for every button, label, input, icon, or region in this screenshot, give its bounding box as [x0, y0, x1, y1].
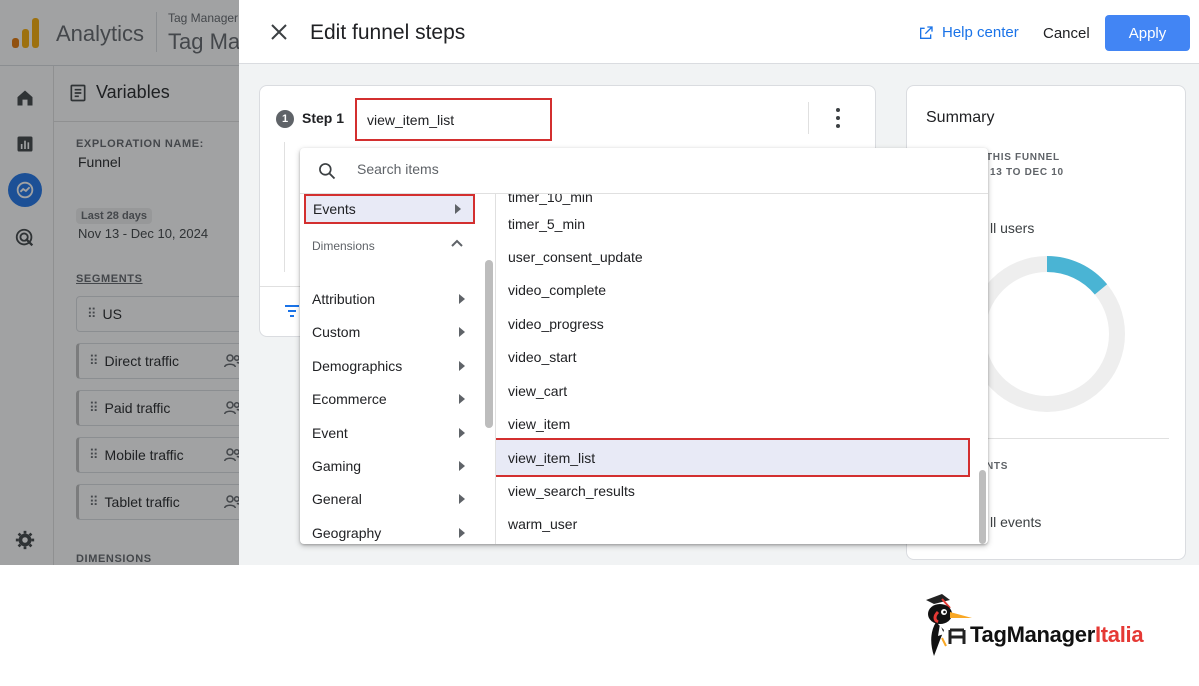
category-label: Geography [312, 525, 382, 541]
category-event[interactable]: Event [300, 417, 480, 449]
brand-text-accent: Italia [1094, 622, 1144, 647]
search-row [300, 148, 988, 194]
step-connector-line [284, 142, 285, 272]
event-item[interactable]: video_complete [508, 275, 968, 305]
event-item[interactable]: warm_user [508, 509, 968, 539]
summary-events-caption: NTS [986, 461, 1009, 472]
open-in-new-icon [920, 25, 933, 39]
category-label: General [312, 491, 362, 507]
event-item[interactable]: user_consent_update [508, 242, 968, 272]
summary-funnel-caption: THIS FUNNEL [986, 152, 1060, 163]
category-demographics[interactable]: Demographics [300, 350, 480, 382]
help-center-link[interactable]: Help center [918, 24, 1019, 41]
summary-title: Summary [926, 109, 995, 126]
category-label: Events [313, 201, 356, 217]
close-icon[interactable] [267, 20, 291, 44]
category-general[interactable]: General [300, 483, 480, 515]
arrow-right-icon [459, 428, 465, 438]
drawer-header: Edit funnel steps Help center Cancel App… [239, 0, 1199, 64]
arrow-right-icon [459, 361, 465, 371]
category-label: Ecommerce [312, 391, 387, 407]
summary-date-caption: 13 TO DEC 10 [990, 167, 1064, 178]
scrollbar-thumb[interactable] [979, 470, 986, 544]
step-label: Step 1 [302, 110, 345, 126]
category-label: Gaming [312, 458, 362, 474]
divider [808, 102, 809, 134]
event-item[interactable]: timer_5_min [508, 209, 968, 239]
event-list: timer_10_min timer_5_min user_consent_up… [496, 194, 988, 544]
filter-icon[interactable] [284, 304, 300, 318]
category-label: Event [312, 425, 348, 441]
woodpecker-mascot-icon [926, 594, 972, 656]
apply-button[interactable]: Apply [1105, 15, 1190, 51]
category-geography[interactable]: Geography [300, 517, 480, 544]
category-label: Custom [312, 324, 361, 340]
category-events[interactable]: Events [304, 194, 475, 224]
event-item[interactable]: video_start [508, 342, 968, 372]
event-item[interactable]: view_cart [508, 376, 968, 406]
arrow-right-icon [459, 294, 465, 304]
arrow-right-icon [455, 204, 461, 214]
search-icon [319, 163, 336, 180]
step-condition-value: view_item_list [367, 111, 455, 128]
category-label: Demographics [312, 358, 403, 374]
step-condition-field[interactable]: view_item_list [355, 98, 552, 141]
arrow-right-icon [459, 494, 465, 504]
brand-wordmark: TagManagerItalia [970, 622, 1144, 648]
event-item[interactable]: video_progress [508, 309, 968, 339]
step-number-badge: 1 [276, 110, 294, 128]
arrow-right-icon [459, 394, 465, 404]
category-label: Attribution [312, 291, 376, 307]
arrow-right-icon [459, 327, 465, 337]
scrollbar-thumb[interactable] [485, 260, 493, 428]
event-item[interactable]: view_item [508, 409, 968, 439]
cancel-button[interactable]: Cancel [1035, 16, 1098, 50]
help-center-label: Help center [942, 24, 1019, 41]
drawer-title: Edit funnel steps [310, 21, 466, 44]
summary-users-text: ll users [990, 220, 1035, 236]
chevron-up-icon[interactable] [450, 238, 464, 248]
arrow-right-icon [459, 528, 465, 538]
event-item-selected[interactable]: view_item_list [496, 438, 970, 477]
category-custom[interactable]: Custom [300, 316, 480, 348]
category-attribution[interactable]: Attribution [300, 283, 480, 315]
search-items-input[interactable] [357, 161, 737, 177]
tagmanageritalia-logo: TagManagerItalia [920, 590, 1180, 662]
arrow-right-icon [459, 461, 465, 471]
item-picker-menu: Events Dimensions Attribution Custom Dem… [300, 148, 988, 544]
more-options-icon[interactable] [830, 108, 846, 128]
category-gaming[interactable]: Gaming [300, 450, 480, 482]
category-column: Events Dimensions Attribution Custom Dem… [300, 194, 496, 544]
event-item[interactable]: view_search_results [508, 476, 968, 506]
summary-events-text: ll events [990, 514, 1042, 530]
summary-donut-chart [969, 256, 1125, 412]
category-ecommerce[interactable]: Ecommerce [300, 383, 480, 415]
brand-text-main: TagManager [970, 622, 1095, 647]
